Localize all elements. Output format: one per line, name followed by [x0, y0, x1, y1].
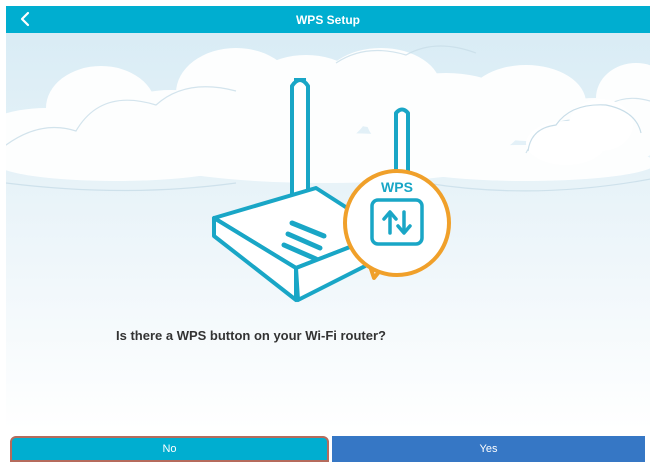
chevron-left-icon — [20, 11, 30, 27]
wps-setup-screen: WPS Setup WPS Is there a WPS button on y… — [0, 0, 656, 462]
yes-button[interactable]: Yes — [332, 436, 645, 462]
back-button[interactable] — [14, 8, 36, 30]
title-bar: WPS Setup — [6, 6, 650, 33]
wps-question: Is there a WPS button on your Wi-Fi rout… — [116, 328, 386, 343]
page-title: WPS Setup — [295, 12, 360, 27]
illustration-area: WPS — [6, 33, 650, 430]
wifi-router-icon: WPS — [212, 78, 451, 302]
no-button[interactable]: No — [10, 436, 329, 462]
wps-badge-label: WPS — [381, 179, 413, 195]
